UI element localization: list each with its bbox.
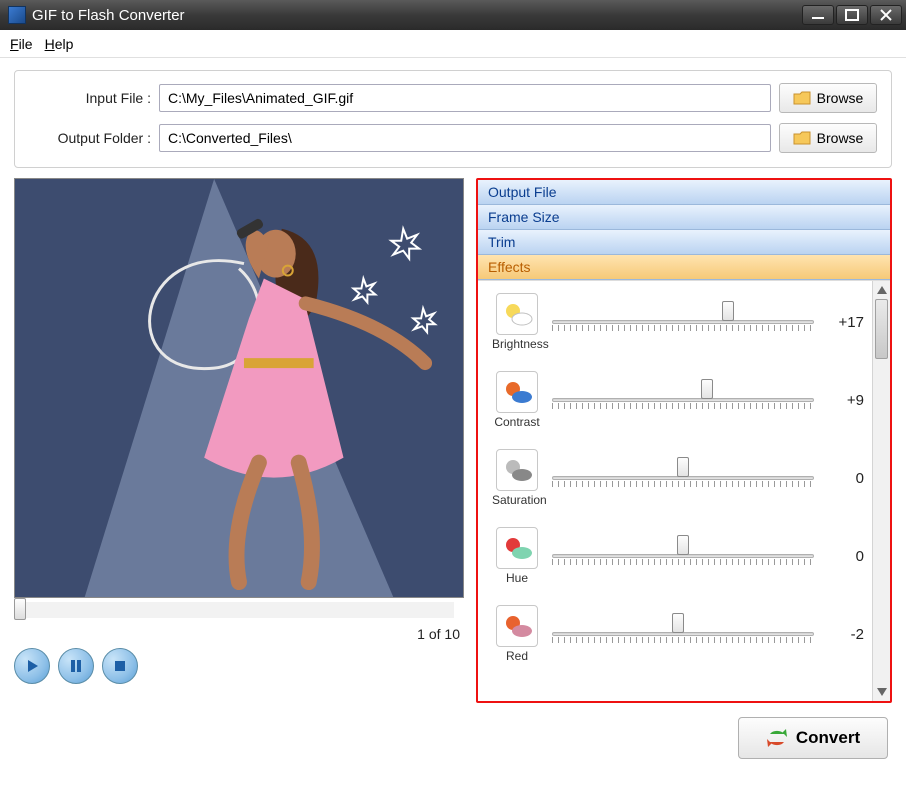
window-title: GIF to Flash Converter (32, 7, 802, 24)
brightness-value: +17 (824, 314, 864, 331)
effect-saturation: Saturation 0 (492, 449, 864, 507)
output-folder-field[interactable] (159, 124, 771, 152)
preview-pane: 1 of 10 (14, 178, 464, 703)
input-file-field[interactable] (159, 84, 771, 112)
file-form: Input File : Browse Output Folder : Brow… (14, 70, 892, 168)
scrollbar-track[interactable] (873, 299, 890, 683)
input-file-label: Input File : (29, 90, 151, 106)
saturation-slider-thumb[interactable] (677, 457, 689, 477)
red-value: -2 (824, 626, 864, 643)
accordion-output-file[interactable]: Output File (478, 180, 890, 205)
red-icon (496, 605, 538, 647)
effect-contrast-label: Contrast (492, 415, 542, 429)
contrast-icon (496, 371, 538, 413)
brightness-slider-thumb[interactable] (722, 301, 734, 321)
browse-output-label: Browse (817, 130, 864, 146)
hue-slider-thumb[interactable] (677, 535, 689, 555)
minimize-button[interactable] (802, 5, 834, 25)
scroll-down-button[interactable] (873, 683, 890, 701)
saturation-icon (496, 449, 538, 491)
effect-hue: Hue 0 (492, 527, 864, 585)
menubar: File Help (0, 30, 906, 58)
folder-icon (793, 91, 811, 105)
close-button[interactable] (870, 5, 902, 25)
hue-icon (496, 527, 538, 569)
convert-label: Convert (796, 728, 860, 748)
accordion-trim[interactable]: Trim (478, 230, 890, 255)
maximize-button[interactable] (836, 5, 868, 25)
preview-canvas (14, 178, 464, 598)
frame-slider[interactable] (14, 602, 454, 618)
contrast-slider-thumb[interactable] (701, 379, 713, 399)
effect-red: Red -2 (492, 605, 864, 663)
effect-brightness: Brightness +17 (492, 293, 864, 351)
red-slider[interactable] (552, 619, 814, 649)
titlebar: GIF to Flash Converter (0, 0, 906, 30)
saturation-slider[interactable] (552, 463, 814, 493)
menu-help[interactable]: Help (45, 36, 74, 52)
pause-button[interactable] (58, 648, 94, 684)
effects-scrollbar[interactable] (872, 281, 890, 701)
footer: Convert (0, 703, 906, 759)
contrast-slider[interactable] (552, 385, 814, 415)
stop-icon (113, 659, 127, 673)
effect-hue-label: Hue (492, 571, 542, 585)
chevron-down-icon (877, 688, 887, 696)
frame-counter: 1 of 10 (14, 626, 460, 642)
saturation-value: 0 (824, 470, 864, 487)
main-area: 1 of 10 Output File Frame Size Trim Effe… (0, 178, 906, 703)
folder-icon (793, 131, 811, 145)
brightness-slider[interactable] (552, 307, 814, 337)
play-button[interactable] (14, 648, 50, 684)
accordion-frame-size[interactable]: Frame Size (478, 205, 890, 230)
output-folder-label: Output Folder : (29, 130, 151, 146)
convert-button[interactable]: Convert (738, 717, 888, 759)
frame-slider-thumb[interactable] (14, 598, 26, 620)
red-slider-thumb[interactable] (672, 613, 684, 633)
play-icon (25, 659, 39, 673)
stop-button[interactable] (102, 648, 138, 684)
scroll-up-button[interactable] (873, 281, 890, 299)
effect-red-label: Red (492, 649, 542, 663)
contrast-value: +9 (824, 392, 864, 409)
browse-output-button[interactable]: Browse (779, 123, 877, 153)
app-icon (8, 6, 26, 24)
effect-saturation-label: Saturation (492, 493, 542, 507)
scrollbar-thumb[interactable] (875, 299, 888, 359)
brightness-icon (496, 293, 538, 335)
effects-list: Brightness +17 Contrast (478, 281, 872, 701)
pause-icon (69, 659, 83, 673)
browse-input-label: Browse (817, 90, 864, 106)
browse-input-button[interactable]: Browse (779, 83, 877, 113)
accordion-effects[interactable]: Effects (478, 255, 890, 280)
hue-value: 0 (824, 548, 864, 565)
chevron-up-icon (877, 286, 887, 294)
effect-brightness-label: Brightness (492, 337, 542, 351)
effect-contrast: Contrast +9 (492, 371, 864, 429)
menu-file[interactable]: File (10, 36, 33, 52)
hue-slider[interactable] (552, 541, 814, 571)
convert-icon (766, 728, 788, 748)
settings-panel: Output File Frame Size Trim Effects Brig… (476, 178, 892, 703)
